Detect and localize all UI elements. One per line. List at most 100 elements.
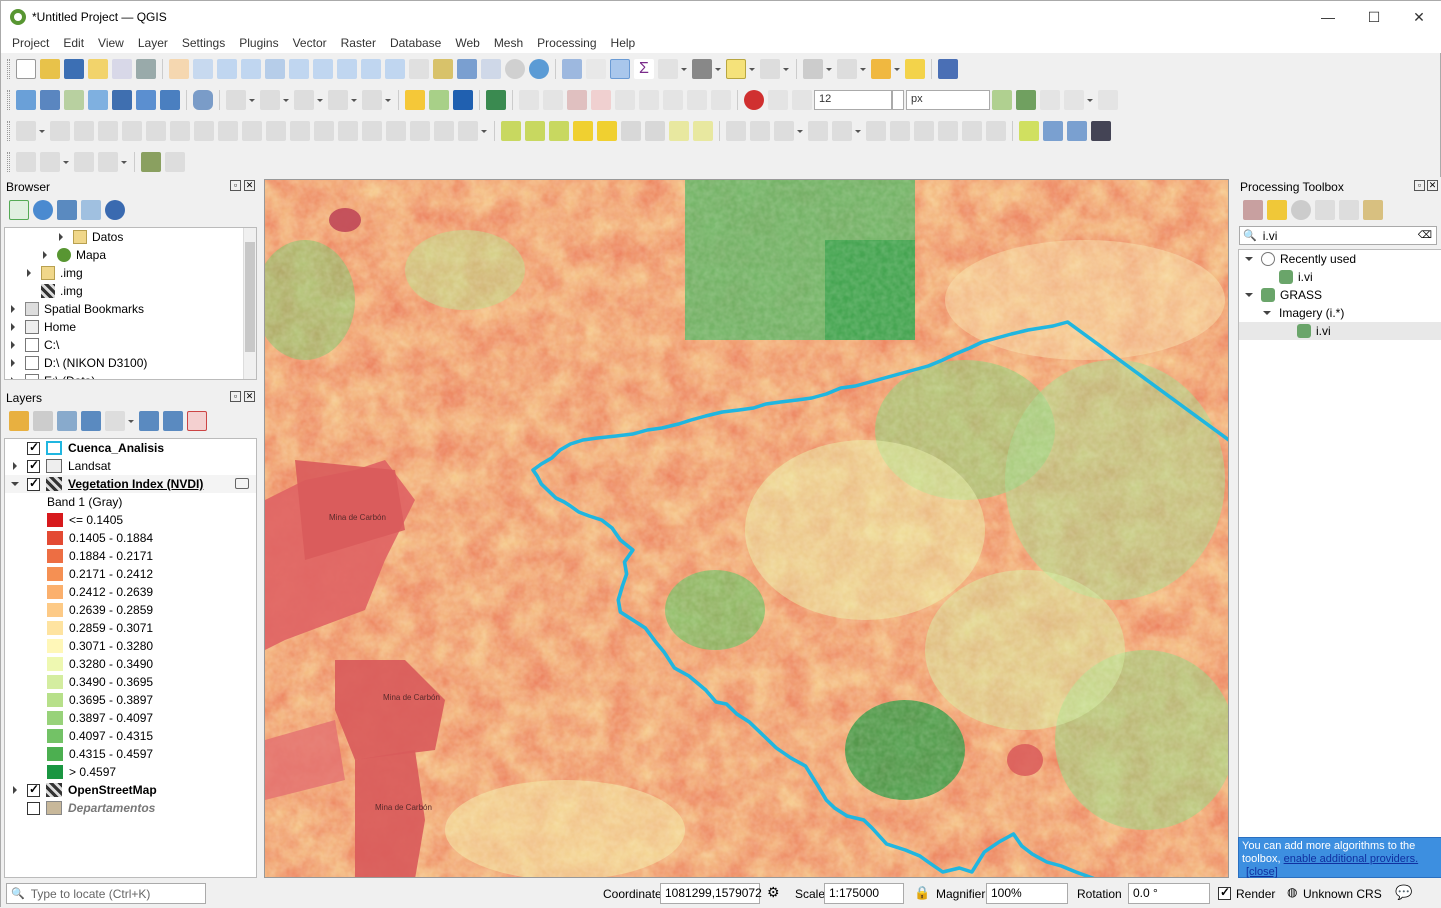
tracing-icon[interactable] (1098, 89, 1118, 110)
style-manager-icon[interactable] (136, 58, 156, 79)
menu-web[interactable]: Web (448, 36, 486, 50)
chevron-down-icon[interactable] (248, 90, 256, 110)
menu-project[interactable]: Project (5, 36, 56, 50)
chevron-down-icon[interactable] (1086, 90, 1094, 110)
snapping-unit-select[interactable]: px (906, 89, 990, 110)
show-hide-labels-icon[interactable] (687, 89, 707, 110)
browser-item[interactable]: .img (5, 282, 256, 300)
select-icon[interactable] (760, 58, 780, 79)
refresh-icon[interactable] (33, 200, 53, 220)
chevron-down-icon[interactable] (120, 152, 128, 172)
change-label-icon[interactable] (663, 89, 683, 110)
add-group-icon[interactable] (33, 411, 53, 431)
chevron-down-icon[interactable] (893, 59, 901, 79)
trim-extend-icon[interactable] (808, 120, 828, 141)
rotate-label-icon[interactable] (639, 89, 659, 110)
expand-all-icon[interactable] (139, 411, 159, 431)
pin-labels-icon[interactable] (543, 89, 563, 110)
lock-icon[interactable]: 🔒 (914, 885, 930, 901)
locator-input[interactable]: 🔍 Type to locate (Ctrl+K) (6, 883, 206, 904)
data-source-manager-icon[interactable] (16, 89, 36, 110)
embedded-widget-icon[interactable] (235, 478, 249, 489)
mesh-vertex-icon[interactable] (525, 120, 545, 141)
add-mesh-icon[interactable] (160, 89, 180, 110)
zoom-selection-icon[interactable] (289, 58, 309, 79)
zoom-in-icon[interactable] (217, 58, 237, 79)
chevron-right-icon[interactable] (9, 354, 17, 372)
new-shapefile-icon[interactable] (64, 89, 84, 110)
menu-raster[interactable]: Raster (334, 36, 383, 50)
globe-info-icon[interactable] (1067, 120, 1087, 141)
layer-visibility-checkbox[interactable] (27, 476, 40, 491)
layer-row-ndvi[interactable]: Vegetation Index (NVDI) (5, 475, 256, 493)
chevron-down-icon[interactable] (796, 121, 804, 141)
select-features-icon[interactable] (803, 58, 823, 79)
new-print-layout-icon[interactable] (88, 58, 108, 79)
float-dock-icon[interactable]: ▫ (1414, 180, 1425, 191)
chevron-down-icon[interactable] (384, 90, 392, 110)
toolbar-grip[interactable] (7, 89, 10, 110)
close-dock-icon[interactable]: ✕ (244, 391, 255, 402)
snapping-tolerance-field[interactable]: 12 (814, 89, 892, 110)
browser-item[interactable]: Datos (5, 228, 256, 246)
add-circle-icon[interactable] (573, 120, 593, 141)
help-icon[interactable] (938, 58, 958, 79)
ndvi-raster-map[interactable]: Mina de Carbón Mina de Carbón Mina de Ca… (265, 180, 1229, 878)
temporal-controller-icon[interactable] (505, 58, 525, 79)
paste-features-icon[interactable] (938, 120, 958, 141)
deselect-icon[interactable] (871, 58, 891, 79)
globe-search-icon[interactable] (1043, 120, 1063, 141)
float-dock-icon[interactable]: ▫ (230, 391, 241, 402)
vertex-tool-icon[interactable] (170, 120, 190, 141)
new-3d-view-icon[interactable] (433, 58, 453, 79)
new-map-view-icon[interactable] (409, 58, 429, 79)
add-line-icon[interactable] (122, 120, 142, 141)
browser-item[interactable]: D:\ (NIKON D3100) (5, 354, 256, 372)
split-features-icon[interactable] (338, 120, 358, 141)
new-geopackage-icon[interactable] (40, 89, 60, 110)
chevron-right-icon[interactable] (41, 246, 49, 264)
toolbar-grip[interactable] (7, 58, 10, 79)
scale-field[interactable]: 1:175000 (824, 883, 904, 904)
chevron-right-icon[interactable] (57, 228, 65, 246)
chevron-right-icon[interactable] (9, 318, 17, 336)
new-bookmark-icon[interactable] (457, 58, 477, 79)
layer-row-departamentos[interactable]: Departamentos (5, 799, 256, 817)
snapping-magnet-icon[interactable] (744, 89, 764, 110)
layout-manager-icon[interactable] (112, 58, 132, 79)
menu-view[interactable]: View (91, 36, 131, 50)
toolbar-grip[interactable] (7, 151, 10, 172)
chevron-down-icon[interactable] (1245, 250, 1253, 268)
redo-icon[interactable] (458, 120, 478, 141)
close-button[interactable]: ✕ (1396, 1, 1441, 33)
simplify-icon[interactable] (362, 89, 382, 110)
history-icon[interactable] (1291, 200, 1311, 220)
split-parts-icon[interactable] (362, 120, 382, 141)
measure-line-icon[interactable] (692, 58, 712, 79)
add-ring-icon[interactable] (194, 120, 214, 141)
layer-visibility-checkbox[interactable] (27, 801, 40, 815)
chevron-down-icon[interactable] (782, 59, 790, 79)
chevron-down-icon[interactable] (680, 59, 688, 79)
add-arc-icon[interactable] (669, 120, 689, 141)
chevron-down-icon[interactable] (282, 90, 290, 110)
python-scripts-icon[interactable] (1267, 200, 1287, 220)
globe-crs-icon[interactable]: ◍ (1287, 885, 1297, 899)
shape-digitizing-icon[interactable] (774, 120, 794, 141)
menu-plugins[interactable]: Plugins (232, 36, 285, 50)
processing-item[interactable]: Recently used (1239, 250, 1441, 268)
add-raster-icon[interactable] (136, 89, 156, 110)
spinbox-arrows[interactable] (892, 89, 904, 110)
statistics-sigma-icon[interactable]: Σ (634, 58, 654, 79)
processing-item[interactable]: Imagery (i.*) (1239, 304, 1441, 322)
manage-themes-icon[interactable] (57, 411, 77, 431)
stream-digitizing-icon[interactable] (750, 120, 770, 141)
toolbar-grip[interactable] (7, 120, 10, 141)
menu-layer[interactable]: Layer (131, 36, 175, 50)
new-project-icon[interactable] (16, 58, 36, 79)
highlight-labels-icon[interactable] (567, 89, 587, 110)
toggle-editing-icon[interactable] (50, 120, 70, 141)
mesh-edit-icon[interactable] (501, 120, 521, 141)
browser-item[interactable]: Spatial Bookmarks (5, 300, 256, 318)
delete-ring-icon[interactable] (242, 120, 262, 141)
